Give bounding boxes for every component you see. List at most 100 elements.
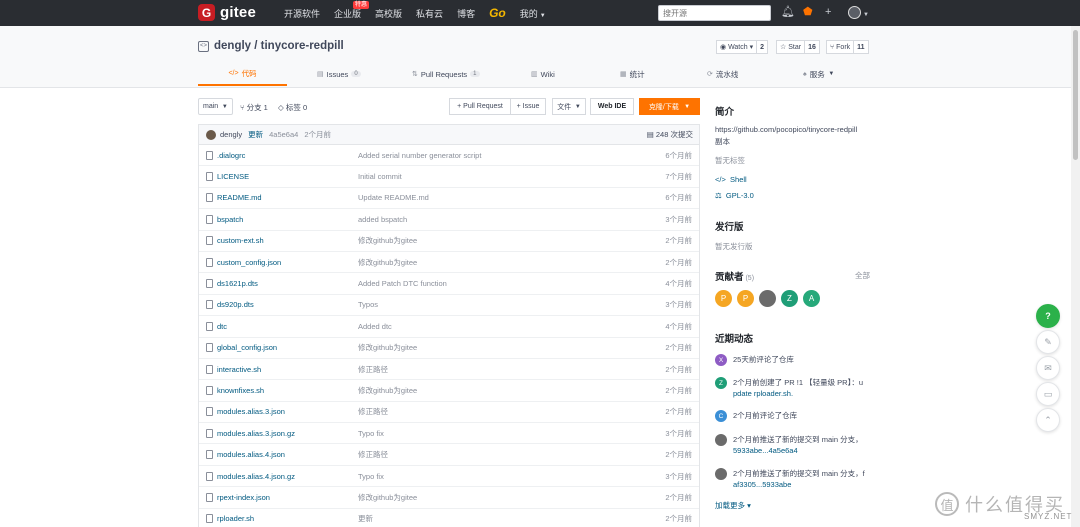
avatar[interactable]: X — [715, 354, 727, 366]
avatar[interactable]: Z — [781, 290, 798, 307]
file-commit-message[interactable]: added bspatch — [358, 215, 407, 224]
file-name[interactable]: interactive.sh — [217, 365, 358, 374]
table-row[interactable]: .dialogrc Added serial number generator s… — [199, 145, 699, 167]
new-issue-button[interactable]: + Issue — [510, 98, 546, 115]
watch-button[interactable]: ◉ Watch ▾ 2 — [716, 40, 769, 54]
help-button[interactable]: ? — [1036, 304, 1060, 328]
file-name[interactable]: rploader.sh — [217, 514, 358, 523]
file-commit-message[interactable]: Initial commit — [358, 172, 402, 181]
back-to-top-icon[interactable]: ⌃ — [1036, 408, 1060, 432]
file-name[interactable]: custom_config.json — [217, 258, 358, 267]
new-pull-request-button[interactable]: + Pull Request — [449, 98, 511, 115]
plus-icon[interactable]: + — [825, 6, 831, 19]
file-name[interactable]: global_config.json — [217, 343, 358, 352]
nav-item-private-cloud[interactable]: 私有云 — [416, 7, 443, 20]
file-name[interactable]: modules.alias.4.json.gz — [217, 472, 358, 481]
user-avatar[interactable] — [848, 6, 861, 19]
nav-item-education[interactable]: 高校版 — [375, 7, 402, 20]
chevron-down-icon[interactable]: ▼ — [863, 9, 869, 22]
table-row[interactable]: ds920p.dts Typos 3个月前 — [199, 295, 699, 317]
table-row[interactable]: custom_config.json 修改github为gitee 2个月前 — [199, 252, 699, 274]
file-commit-message[interactable]: 修改github为gitee — [358, 257, 417, 268]
file-commit-message[interactable]: Added dtc — [358, 322, 392, 331]
file-commit-message[interactable]: 修正路径 — [358, 449, 388, 460]
nav-item-mine[interactable]: 我的 ▼ — [520, 7, 546, 20]
file-name[interactable]: modules.alias.3.json.gz — [217, 429, 358, 438]
file-commit-message[interactable]: 修正路径 — [358, 364, 388, 375]
file-name[interactable]: README.md — [217, 193, 358, 202]
avatar[interactable] — [206, 129, 216, 140]
web-ide-button[interactable]: Web IDE — [590, 98, 634, 115]
repo-title-text[interactable]: dengly / tinycore-redpill — [214, 40, 344, 52]
search-input[interactable] — [658, 5, 771, 21]
tab-issues[interactable]: ▤ Issues 0 — [317, 62, 361, 86]
gitee-logo[interactable]: G gitee — [198, 4, 256, 21]
file-commit-message[interactable]: Typo fix — [358, 429, 384, 438]
avatar[interactable]: Z — [715, 377, 727, 389]
table-row[interactable]: dtc Added dtc 4个月前 — [199, 316, 699, 338]
fork-button[interactable]: ⑂ Fork 11 — [826, 40, 869, 54]
nav-item-enterprise[interactable]: 企业版 特惠 — [334, 0, 370, 20]
avatar[interactable]: A — [803, 290, 820, 307]
commit-count[interactable]: ▤ 248 次提交 — [647, 129, 693, 140]
file-name[interactable]: custom-ext.sh — [217, 236, 358, 245]
mail-icon[interactable]: ✉ — [1036, 356, 1060, 380]
avatar[interactable] — [715, 434, 727, 446]
feedback-icon[interactable]: ✎ — [1036, 330, 1060, 354]
table-row[interactable]: rploader.sh 更新 2个月前 — [199, 509, 699, 527]
avatar[interactable]: C — [715, 410, 727, 422]
file-commit-message[interactable]: 修正路径 — [358, 406, 388, 417]
table-row[interactable]: modules.alias.4.json 修正路径 2个月前 — [199, 444, 699, 466]
nav-item-go[interactable]: Go — [489, 6, 506, 20]
file-commit-message[interactable]: Added serial number generator script — [358, 151, 481, 160]
load-more-link[interactable]: 加载更多 ▾ — [715, 500, 751, 511]
file-menu-button[interactable]: 文件 ▼ — [552, 98, 586, 115]
language-link[interactable]: </> Shell — [715, 175, 747, 184]
file-commit-message[interactable]: Update README.md — [358, 193, 429, 202]
tab-services[interactable]: ♠ 服务 ▼ — [803, 62, 834, 86]
activity-detail[interactable]: af3305...5933abe — [733, 479, 865, 490]
file-commit-message[interactable]: 修改github为gitee — [358, 385, 417, 396]
commit-hash[interactable]: 4a5e6a4 — [269, 130, 298, 139]
file-name[interactable]: modules.alias.4.json — [217, 450, 358, 459]
clone-download-button[interactable]: 克隆/下载 ▼ — [639, 98, 700, 115]
table-row[interactable]: knownfixes.sh 修改github为gitee 2个月前 — [199, 380, 699, 402]
avatar[interactable]: P — [715, 290, 732, 307]
file-name[interactable]: LICENSE — [217, 172, 358, 181]
file-name[interactable]: ds1621p.dts — [217, 279, 358, 288]
activity-detail[interactable]: pdate rploader.sh. — [733, 388, 863, 399]
table-row[interactable]: ds1621p.dts Added Patch DTC function 4个月前 — [199, 273, 699, 295]
file-commit-message[interactable]: 修改github为gitee — [358, 235, 417, 246]
file-commit-message[interactable]: 更新 — [358, 513, 373, 524]
file-name[interactable]: knownfixes.sh — [217, 386, 358, 395]
file-name[interactable]: ds920p.dts — [217, 300, 358, 309]
table-row[interactable]: rpext-index.json 修改github为gitee 2个月前 — [199, 487, 699, 509]
avatar[interactable] — [715, 468, 727, 480]
tab-code[interactable]: </> 代码 — [198, 62, 287, 86]
star-button[interactable]: ☆ Star 16 — [776, 40, 820, 54]
chat-icon[interactable]: ▭ — [1036, 382, 1060, 406]
file-commit-message[interactable]: Added Patch DTC function — [358, 279, 447, 288]
file-name[interactable]: modules.alias.3.json — [217, 407, 358, 416]
tab-stats[interactable]: ▦ 统计 — [620, 62, 645, 86]
file-commit-message[interactable]: 修改github为gitee — [358, 492, 417, 503]
table-row[interactable]: LICENSE Initial commit 7个月前 — [199, 166, 699, 188]
nav-item-open-source[interactable]: 开源软件 — [284, 7, 320, 20]
table-row[interactable]: global_config.json 修改github为gitee 2个月前 — [199, 338, 699, 359]
branches-link[interactable]: ⑂ 分支 1 — [240, 102, 268, 113]
file-commit-message[interactable]: Typo fix — [358, 472, 384, 481]
tags-link[interactable]: ◇ 标签 0 — [278, 102, 307, 113]
activity-detail[interactable]: 5933abe...4a5e6a4 — [733, 445, 863, 456]
file-name[interactable]: dtc — [217, 322, 358, 331]
file-name[interactable]: rpext-index.json — [217, 493, 358, 502]
file-name[interactable]: bspatch — [217, 215, 358, 224]
commit-message[interactable]: 更新 — [248, 129, 263, 140]
branch-select[interactable]: main ▼ — [198, 98, 233, 115]
table-row[interactable]: README.md Update README.md 6个月前 — [199, 188, 699, 210]
table-row[interactable]: bspatch added bspatch 3个月前 — [199, 209, 699, 231]
file-commit-message[interactable]: Typos — [358, 300, 378, 309]
tab-pipeline[interactable]: ⟳ 流水线 — [707, 62, 738, 86]
file-commit-message[interactable]: 修改github为gitee — [358, 342, 417, 353]
contributors-all-link[interactable]: 全部 — [855, 270, 870, 281]
map-pin-icon[interactable]: ⬟ — [803, 6, 813, 19]
